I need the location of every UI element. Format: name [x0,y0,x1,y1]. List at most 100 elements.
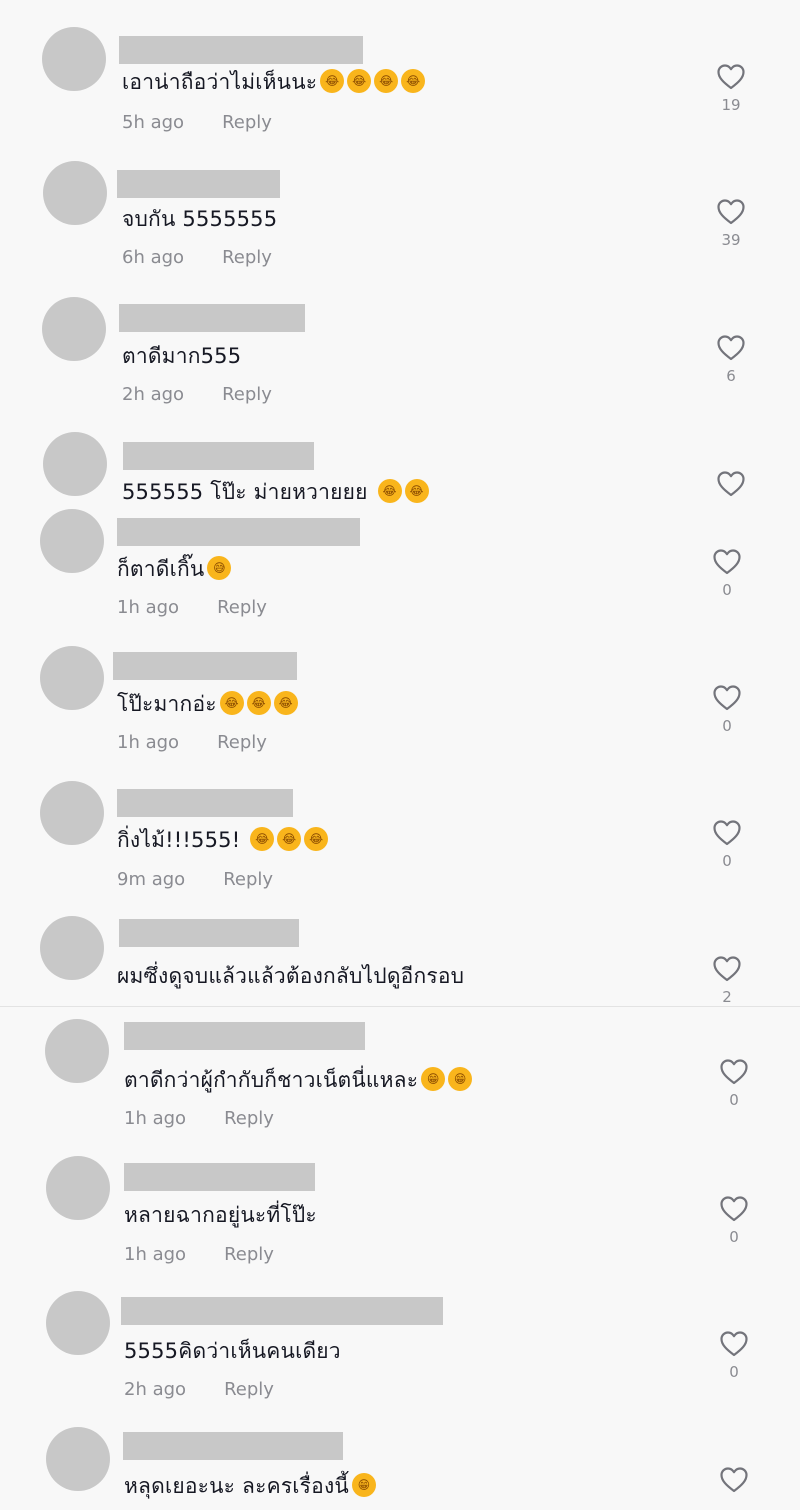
emoji-icon: 😂 [377,479,402,503]
like-count: 19 [721,96,741,114]
emoji-icon: 😂 [246,691,271,715]
like-button[interactable]: 0 [707,685,747,735]
timestamp: 2h ago [122,384,185,405]
comment-body: ผมซึ่งดูจบแล้วแล้วต้องกลับไปดูอีกรอบ [117,964,465,988]
username-redacted[interactable] [123,442,314,470]
reply-button[interactable]: Reply [222,247,272,268]
comment-text: โป๊ะมากอ่ะ 😂 😂 😂 [117,688,298,721]
reply-button[interactable]: Reply [224,1108,274,1129]
like-button[interactable]: 39 [711,199,751,249]
avatar[interactable] [40,781,104,845]
avatar[interactable] [46,1156,110,1220]
comment-text: หลุดเยอะนะ ละครเรื่องนี้ 😁 [124,1470,376,1503]
like-button[interactable]: 0 [707,549,747,599]
comment-text: 5555คิดว่าเห็นคนเดียว [124,1335,341,1368]
username-redacted[interactable] [113,652,297,680]
comment-meta: 1h ago Reply [117,732,267,753]
reply-button[interactable]: Reply [224,1379,274,1400]
comment-body: 5555คิดว่าเห็นคนเดียว [124,1339,341,1363]
like-button[interactable]: 0 [707,820,747,870]
emoji-icon: 😂 [374,69,399,93]
heart-outline-icon[interactable] [717,199,745,225]
comment-text: ตาดีกว่าผู้กำกับก็ชาวเน็ตนี่แหละ 😁 😁 [124,1064,473,1097]
heart-outline-icon[interactable] [713,820,741,846]
comment-meta: 6h ago Reply [122,247,272,268]
heart-outline-icon[interactable] [713,549,741,575]
heart-outline-icon[interactable] [720,1196,748,1222]
like-button[interactable] [714,1467,754,1493]
timestamp: 1h ago [117,597,180,618]
emoji-icon: 😂 [219,691,244,715]
avatar[interactable] [46,1427,110,1491]
emoji-icon: 😁 [352,1473,376,1497]
reply-button[interactable]: Reply [222,112,272,133]
like-button[interactable]: 6 [711,335,751,385]
username-redacted[interactable] [119,36,363,64]
like-count: 2 [722,988,732,1006]
like-button[interactable]: 0 [714,1059,754,1109]
comment-body: โป๊ะมากอ่ะ [117,692,217,716]
username-redacted[interactable] [124,1163,315,1191]
username-redacted[interactable] [119,304,305,332]
timestamp: 6h ago [122,247,185,268]
reply-button[interactable]: Reply [222,384,272,405]
emoji-icon: 😂 [404,479,429,503]
heart-outline-icon[interactable] [720,1059,748,1085]
like-button[interactable]: 2 [707,956,747,1006]
comment-body: เอาน่าถือว่าไม่เห็นนะ [122,70,318,94]
comment-text: ผมซึ่งดูจบแล้วแล้วต้องกลับไปดูอีกรอบ [117,960,464,993]
heart-outline-icon[interactable] [720,1331,748,1357]
heart-outline-icon[interactable] [717,335,745,361]
heart-outline-icon[interactable] [717,64,745,90]
reply-button[interactable]: Reply [217,597,267,618]
heart-outline-icon[interactable] [720,1467,748,1493]
comment-text: หลายฉากอยู่นะที่โป๊ะ [124,1199,317,1232]
comment-meta: 1h ago Reply [124,1244,274,1265]
avatar[interactable] [46,1291,110,1355]
comment-meta: 2h ago Reply [122,384,272,405]
like-count: 0 [722,581,732,599]
like-button[interactable]: 0 [714,1196,754,1246]
username-redacted[interactable] [119,919,299,947]
username-redacted[interactable] [117,789,293,817]
avatar[interactable] [40,509,104,573]
like-count: 0 [729,1091,739,1109]
avatar[interactable] [43,161,107,225]
heart-outline-icon[interactable] [713,685,741,711]
heart-outline-icon[interactable] [713,956,741,982]
like-button[interactable]: 19 [711,64,751,114]
comment-body: จบกัน 5555555 [122,207,278,231]
comment-body: หลุดเยอะนะ ละครเรื่องนี้ [124,1474,349,1498]
like-count: 39 [721,231,741,249]
avatar[interactable] [45,1019,109,1083]
emoji-icon: 😂 [347,69,372,93]
reply-button[interactable]: Reply [217,732,267,753]
avatar[interactable] [40,646,104,710]
comment-body: ตาดีกว่าผู้กำกับก็ชาวเน็ตนี่แหละ [124,1068,419,1092]
emoji-icon: 😂 [273,691,298,715]
avatar[interactable] [42,27,106,91]
username-redacted[interactable] [124,1022,365,1050]
reply-button[interactable]: Reply [223,869,273,890]
reply-button[interactable]: Reply [224,1244,274,1265]
avatar[interactable] [40,916,104,980]
username-redacted[interactable] [117,518,360,546]
comment-meta: 9m ago Reply [117,869,273,890]
username-redacted[interactable] [121,1297,443,1325]
emoji-icon: 😁 [448,1067,473,1091]
heart-outline-icon[interactable] [717,471,745,497]
emoji-icon: 😂 [401,69,426,93]
avatar[interactable] [42,297,106,361]
like-button[interactable]: 0 [714,1331,754,1381]
timestamp: 5h ago [122,112,185,133]
comment-body: กิ่งไม้!!!555! [117,828,248,852]
comment-text: เอาน่าถือว่าไม่เห็นนะ 😂 😂 😂 😂 [122,66,426,99]
username-redacted[interactable] [123,1432,343,1460]
like-count: 0 [729,1363,739,1381]
avatar[interactable] [43,432,107,496]
username-redacted[interactable] [117,170,280,198]
timestamp: 9m ago [117,869,186,890]
comment-text: จบกัน 5555555 [122,203,277,236]
like-button[interactable] [711,471,751,497]
emoji-icon: 😂 [304,827,329,851]
